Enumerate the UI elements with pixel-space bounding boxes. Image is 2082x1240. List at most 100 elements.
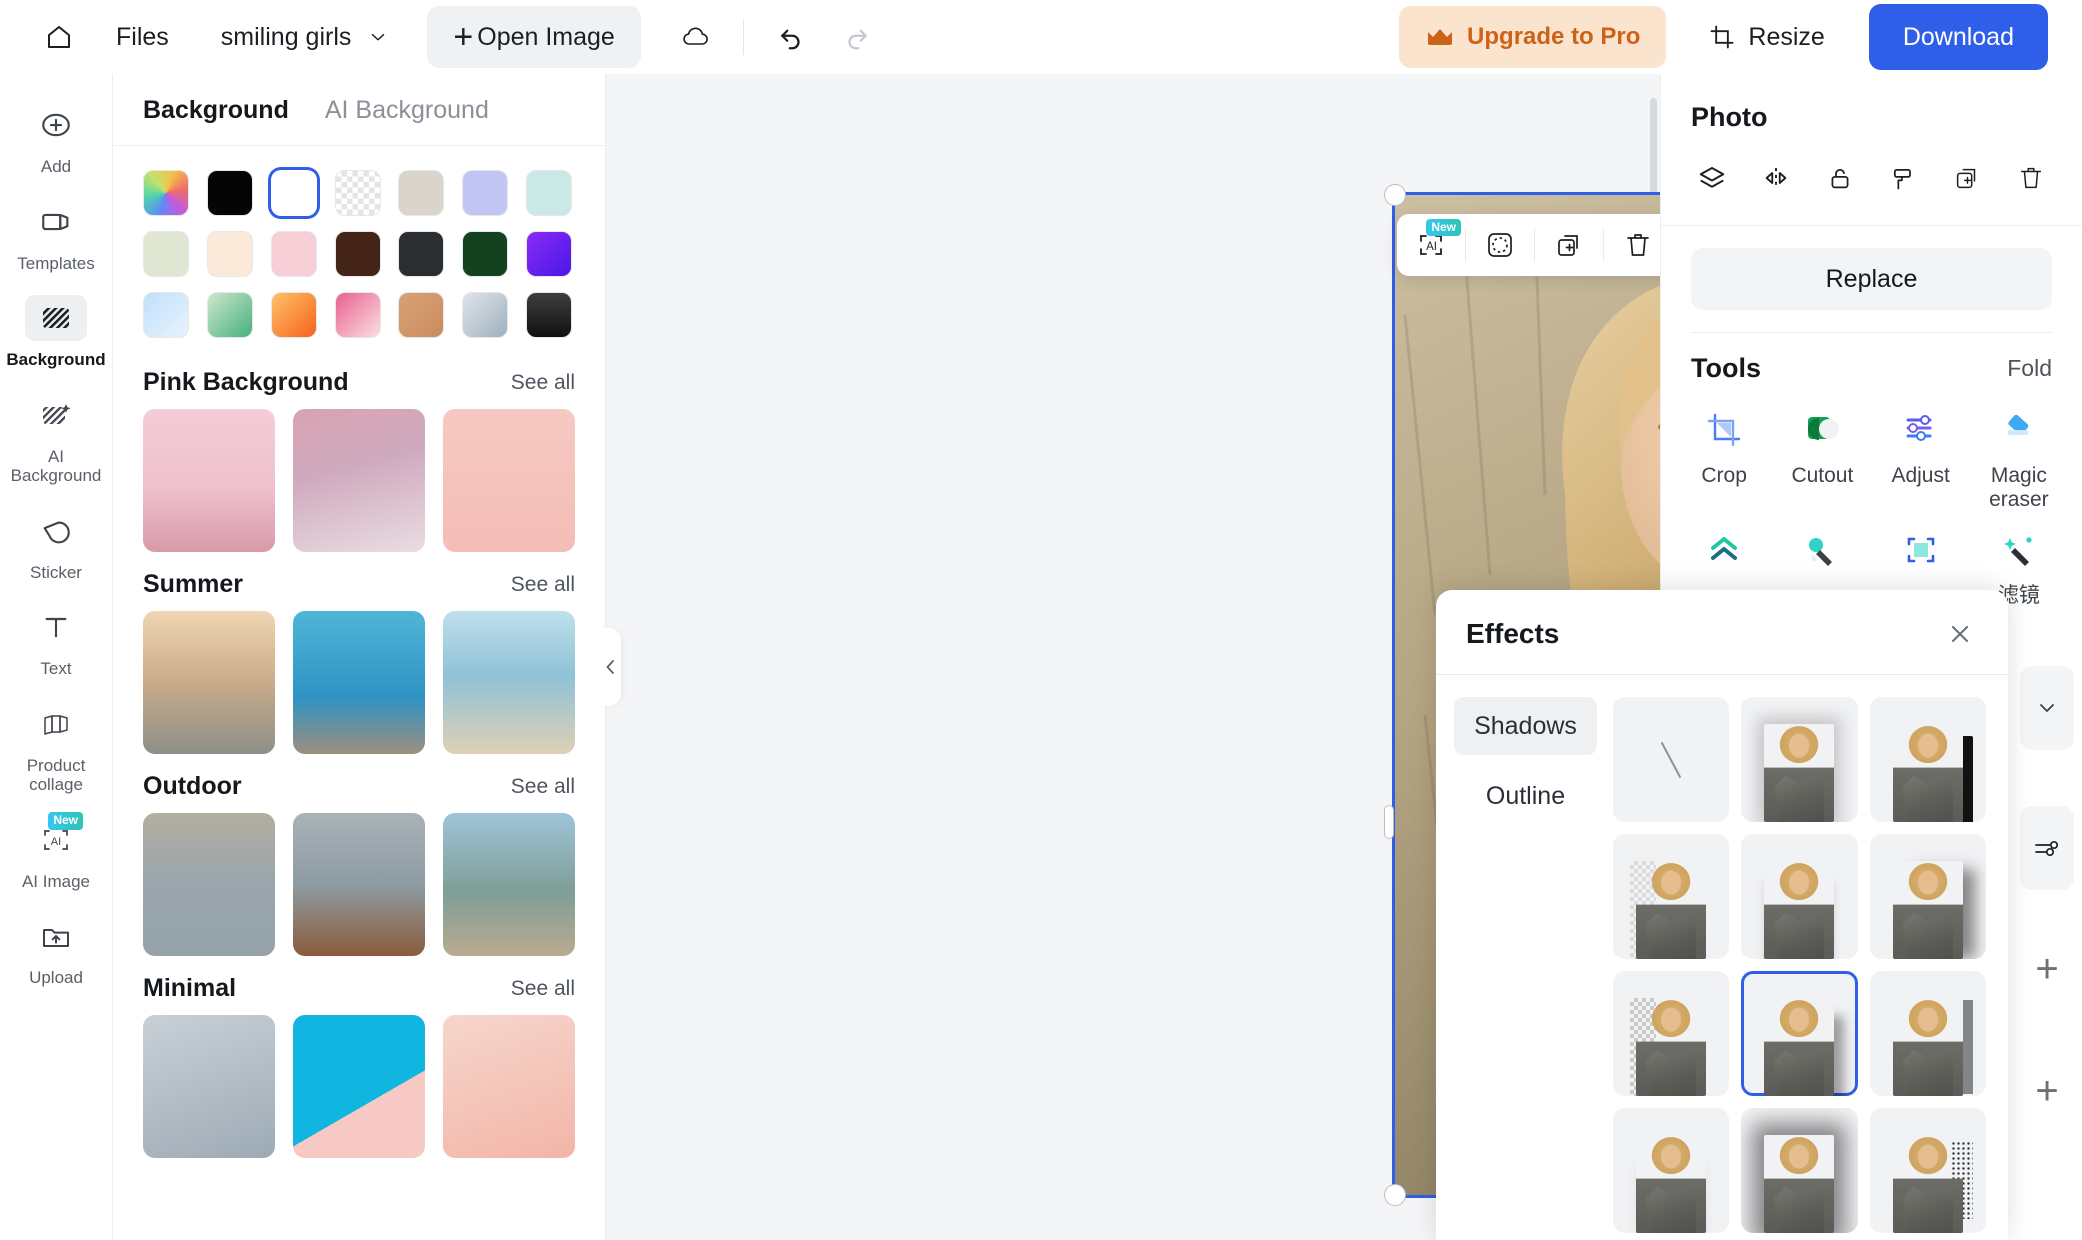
flip-button[interactable]: [1753, 155, 1799, 201]
swatch-violet[interactable]: [526, 231, 573, 277]
open-image-button[interactable]: + Open Image: [427, 6, 641, 68]
background-thumb-peach-gradient[interactable]: [443, 1015, 575, 1158]
download-button[interactable]: Download: [1868, 4, 2048, 70]
swatch-white[interactable]: [270, 170, 317, 216]
paint-roller-button[interactable]: [1880, 155, 1926, 201]
effect-preset-soft-glow-shadow[interactable]: [1741, 697, 1858, 822]
see-all-link[interactable]: See all: [511, 977, 575, 1001]
sidebar-item-background[interactable]: Background: [6, 285, 106, 382]
effect-preset-drop-below[interactable]: [1741, 834, 1858, 959]
swatch-rainbow-gradient[interactable]: [143, 170, 189, 216]
close-icon[interactable]: [1942, 616, 1978, 652]
sidebar-item-product-collage[interactable]: Product collage: [6, 691, 106, 807]
swatch-forest-green[interactable]: [462, 231, 509, 277]
object-duplicate-button[interactable]: [1535, 214, 1603, 276]
object-ai-button[interactable]: AI New: [1397, 214, 1465, 276]
resize-button[interactable]: Resize: [1708, 23, 1825, 52]
effect-preset-hard-block-shadow[interactable]: [1869, 697, 1986, 822]
swatch-dark-brown[interactable]: [334, 231, 381, 277]
edge-add-button-1[interactable]: +: [2020, 934, 2074, 1004]
tool-cutout[interactable]: Cutout: [1775, 406, 1869, 520]
tool-adjust[interactable]: Adjust: [1874, 406, 1968, 520]
sidebar-item-add[interactable]: Add: [6, 92, 106, 189]
sidebar-item-ai-background[interactable]: AI Background: [6, 382, 106, 498]
swatch-cream[interactable]: [206, 231, 253, 277]
lock-button[interactable]: [1817, 155, 1863, 201]
swatch-sky-blue-grad[interactable]: [143, 292, 189, 338]
files-menu[interactable]: Files: [116, 23, 169, 52]
duplicate-button[interactable]: [1944, 155, 1990, 201]
swatch-pale-aqua[interactable]: [526, 170, 573, 216]
edge-sliders-button[interactable]: [2020, 806, 2074, 890]
object-cutout-button[interactable]: [1466, 214, 1534, 276]
tool-crop[interactable]: Crop: [1677, 406, 1771, 520]
cloud-save-button[interactable]: [681, 24, 711, 50]
swatch-charcoal[interactable]: [398, 231, 445, 277]
swatch-transparent[interactable]: [334, 170, 381, 216]
background-thumb-pink-curtain-window[interactable]: [293, 409, 425, 552]
effect-preset-soft-right[interactable]: [1869, 834, 1986, 959]
background-thumb-pink-tulips[interactable]: [443, 409, 575, 552]
swatch-pink-grad[interactable]: [334, 292, 381, 338]
effect-preset-dotted-shadow[interactable]: [1869, 1108, 1986, 1233]
effect-preset-checker-hard-left[interactable]: [1613, 971, 1730, 1096]
background-thumb-beach-sunset-palm[interactable]: [143, 611, 275, 754]
edge-collapse-button[interactable]: [2020, 666, 2074, 750]
resize-handle-middle-left[interactable]: [1384, 805, 1394, 839]
swatch-steel-grad[interactable]: [462, 292, 509, 338]
sidebar-item-upload[interactable]: Upload: [6, 903, 106, 1000]
background-thumb-pool-water-deck[interactable]: [293, 611, 425, 754]
background-thumb-coastal-cliff-deck[interactable]: [293, 813, 425, 956]
swatch-warm-grey[interactable]: [398, 170, 445, 216]
section-header-1: Summer See all: [113, 552, 605, 611]
swatch-periwinkle[interactable]: [462, 170, 509, 216]
edge-add-button-2[interactable]: +: [2020, 1056, 2074, 1126]
home-button[interactable]: [36, 14, 82, 60]
effect-preset-edge-shadow[interactable]: [1869, 971, 1986, 1096]
effect-preset-blur-halo[interactable]: [1741, 1108, 1858, 1233]
redo-button[interactable]: [842, 22, 872, 52]
swatch-green-grad[interactable]: [206, 292, 253, 338]
sidebar-item-templates[interactable]: Templates: [6, 189, 106, 286]
sidebar-item-sticker[interactable]: Sticker: [6, 498, 106, 595]
resize-handle-top-left[interactable]: [1384, 184, 1406, 206]
sidebar-item-ai-image[interactable]: AI New AI Image: [6, 807, 106, 904]
flip-icon: [1761, 163, 1791, 193]
effect-thumbnail: [1636, 1135, 1707, 1233]
background-thumb-grey-blue-gradient[interactable]: [143, 1015, 275, 1158]
background-thumb-wet-cobblestone-street[interactable]: [143, 813, 275, 956]
background-thumb-mountain-forest-stone[interactable]: [443, 813, 575, 956]
effect-preset-checker-left[interactable]: [1613, 834, 1730, 959]
background-thumb-ocean-sand-shore[interactable]: [443, 611, 575, 754]
effect-thumbnail: [1764, 861, 1835, 959]
swatch-sage[interactable]: [143, 231, 189, 277]
effects-tab-shadows[interactable]: Shadows: [1454, 697, 1597, 755]
swatch-orange-grad[interactable]: [270, 292, 317, 338]
effects-tab-outline[interactable]: Outline: [1454, 767, 1597, 825]
panel-collapse-handle[interactable]: [599, 628, 621, 706]
swatch-tan-grad[interactable]: [398, 292, 445, 338]
see-all-link[interactable]: See all: [511, 573, 575, 597]
tab-ai-background[interactable]: AI Background: [325, 96, 489, 125]
portrait-preview: [1892, 861, 1963, 959]
background-thumb-pink-podium-blossom[interactable]: [143, 409, 275, 552]
swatch-blush-pink[interactable]: [270, 231, 317, 277]
see-all-link[interactable]: See all: [511, 371, 575, 395]
resize-handle-bottom-left[interactable]: [1384, 1184, 1406, 1206]
effect-preset-reflection[interactable]: [1613, 1108, 1730, 1233]
document-name-dropdown[interactable]: [367, 26, 389, 48]
portrait-preview: [1764, 1135, 1835, 1233]
effect-preset-angled-shadow[interactable]: [1741, 971, 1858, 1096]
sidebar-item-text[interactable]: Text: [6, 594, 106, 691]
swatch-black[interactable]: [206, 170, 253, 216]
undo-button[interactable]: [776, 22, 806, 52]
tab-background[interactable]: Background: [143, 96, 289, 125]
replace-button[interactable]: Replace: [1691, 248, 2052, 310]
upgrade-to-pro-button[interactable]: Upgrade to Pro: [1399, 6, 1667, 68]
document-name[interactable]: smiling girls: [221, 23, 352, 52]
background-thumb-cyan-pink-split[interactable]: [293, 1015, 425, 1158]
layer-order-button[interactable]: [1689, 155, 1735, 201]
effect-preset-none[interactable]: [1613, 697, 1730, 822]
see-all-link[interactable]: See all: [511, 775, 575, 799]
swatch-black-grad[interactable]: [526, 292, 573, 338]
